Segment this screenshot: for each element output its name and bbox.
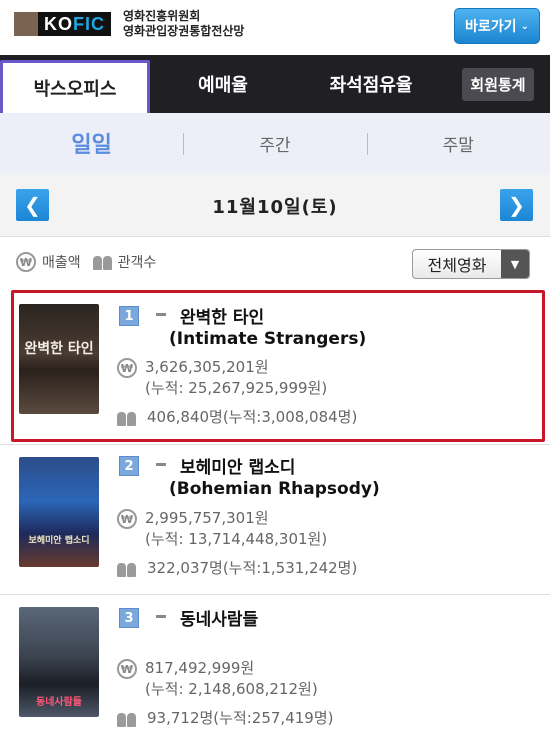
audience-stat: 93,712명(누적:257,419명) (117, 708, 333, 729)
movie-poster[interactable]: 동네사람들 (19, 607, 99, 717)
poster-title: 완벽한 타인 (24, 341, 94, 357)
subtab-weekly[interactable]: 주간 (183, 131, 366, 156)
kofic-logo[interactable]: KO FIC 영화진흥위원회 영화관입장권통합전산망 (14, 8, 244, 40)
sales-stat: ₩ 2,995,757,301원 (누적: 13,714,448,301원) (117, 508, 327, 550)
rank-badge: 1 (119, 306, 139, 326)
tab-seat-occupancy-label: 좌석점유율 (329, 75, 413, 96)
audience-count: 93,712명(누적:257,419명) (147, 709, 334, 727)
won-coin-icon: ₩ (117, 358, 137, 378)
audience-count: 406,840명(누적:3,008,084명) (147, 408, 358, 426)
movie-list-item[interactable]: 보헤미안 랩소디 2 보헤미안 랩소디 (Bohemian Rhapsody) … (0, 444, 550, 592)
goto-button[interactable]: 바로가기 ⌄ (454, 8, 540, 44)
app-header: KO FIC 영화진흥위원회 영화관입장권통합전산망 바로가기 ⌄ (0, 0, 550, 55)
date-navigator: ❮ 11월10일(토) ❯ (0, 173, 550, 237)
tab-box-office-label: 박스오피스 (33, 79, 117, 100)
next-date-button[interactable]: ❯ (500, 189, 533, 221)
goto-label: 바로가기 (465, 19, 517, 35)
sales-stat: ₩ 817,492,999원 (누적: 2,148,608,212원) (117, 658, 318, 700)
current-date: 11월10일(토) (212, 197, 338, 218)
won-coin-icon: ₩ (117, 659, 137, 679)
tab-seat-occupancy[interactable]: 좌석점유율 (296, 55, 446, 113)
rank-badge: 3 (119, 608, 139, 628)
movie-title-en[interactable]: (Bohemian Rhapsody) (169, 479, 380, 499)
audience-stat: 406,840명(누적:3,008,084명) (117, 407, 357, 428)
cumulative-sales: (누적: 25,267,925,999원) (145, 379, 328, 397)
sales-lines: 2,995,757,301원 (누적: 13,714,448,301원) (145, 508, 327, 550)
movie-list-item[interactable]: 동네사람들 3 동네사람들 ₩ 817,492,999원 (누적: 2,148,… (0, 594, 550, 741)
cumulative-sales: (누적: 13,714,448,301원) (145, 530, 328, 548)
subtab-daily[interactable]: 일일 (0, 127, 183, 159)
triangle-down-icon: ▼ (501, 250, 529, 278)
daily-sales: 817,492,999원 (145, 659, 255, 677)
sales-lines: 817,492,999원 (누적: 2,148,608,212원) (145, 658, 318, 700)
daily-sales: 2,995,757,301원 (145, 509, 269, 527)
subtab-weekend[interactable]: 주말 (366, 131, 550, 156)
cumulative-sales: (누적: 2,148,608,212원) (145, 680, 318, 698)
org-names: 영화진흥위원회 영화관입장권통합전산망 (123, 9, 244, 39)
rank-badge: 2 (119, 456, 139, 476)
period-subtabs: 일일 주간 주말 (0, 113, 550, 173)
movie-poster[interactable]: 보헤미안 랩소디 (19, 457, 99, 567)
rank-unchanged-icon (156, 463, 166, 466)
legend-audience-label: 관객수 (117, 255, 157, 271)
filter-row: ₩ 매출액 관객수 전체영화 ▼ (0, 238, 550, 288)
chevron-down-icon: ⌄ (520, 20, 529, 32)
org-name-line1: 영화진흥위원회 (123, 9, 201, 23)
people-icon (92, 254, 112, 270)
sales-lines: 3,626,305,201원 (누적: 25,267,925,999원) (145, 357, 327, 399)
tab-member-stats-label: 회원통계 (462, 67, 534, 101)
people-icon (117, 711, 139, 727)
audience-count: 322,037명(누적:1,531,242명) (147, 559, 358, 577)
won-coin-icon: ₩ (16, 252, 36, 272)
movie-title-ko[interactable]: 동네사람들 (180, 605, 258, 630)
tab-reservation-rate-label: 예매율 (198, 75, 248, 96)
logo-text-ko: KO (44, 14, 73, 34)
movie-type-selected: 전체영화 (427, 256, 487, 275)
logo-color-block (14, 12, 38, 36)
logo-wordmark: KO FIC (38, 12, 111, 36)
tab-member-stats[interactable]: 회원통계 (446, 55, 550, 113)
poster-title: 동네사람들 (36, 697, 82, 708)
tab-reservation-rate[interactable]: 예매율 (150, 55, 296, 113)
audience-stat: 322,037명(누적:1,531,242명) (117, 558, 357, 579)
logo-mark: KO FIC (14, 12, 111, 36)
tab-box-office[interactable]: 박스오피스 (0, 60, 150, 113)
movie-title-en[interactable]: (Intimate Strangers) (169, 329, 366, 349)
rank-unchanged-icon (156, 615, 166, 618)
legend-sales-label: 매출액 (42, 255, 81, 271)
movie-poster[interactable]: 완벽한 타인 (19, 304, 99, 414)
logo-text-fic: FIC (73, 14, 105, 34)
people-icon (117, 410, 139, 426)
daily-sales: 3,626,305,201원 (145, 358, 269, 376)
chevron-right-icon: ❯ (508, 193, 525, 217)
people-icon (117, 561, 139, 577)
movie-list-item[interactable]: 완벽한 타인 1 완벽한 타인 (Intimate Strangers) ₩ 3… (0, 290, 550, 442)
poster-title: 보헤미안 랩소디 (28, 536, 90, 546)
won-coin-icon: ₩ (117, 509, 137, 529)
main-tabs: 박스오피스 예매율 좌석점유율 회원통계 (0, 55, 550, 113)
legend: ₩ 매출액 관객수 (16, 252, 156, 272)
movie-title-ko[interactable]: 보헤미안 랩소디 (180, 453, 295, 478)
sales-stat: ₩ 3,626,305,201원 (누적: 25,267,925,999원) (117, 357, 327, 399)
rank-unchanged-icon (156, 313, 166, 316)
movie-title-ko[interactable]: 완벽한 타인 (180, 303, 264, 328)
movie-type-select[interactable]: 전체영화 ▼ (412, 249, 530, 279)
org-name-line2: 영화관입장권통합전산망 (123, 24, 245, 38)
